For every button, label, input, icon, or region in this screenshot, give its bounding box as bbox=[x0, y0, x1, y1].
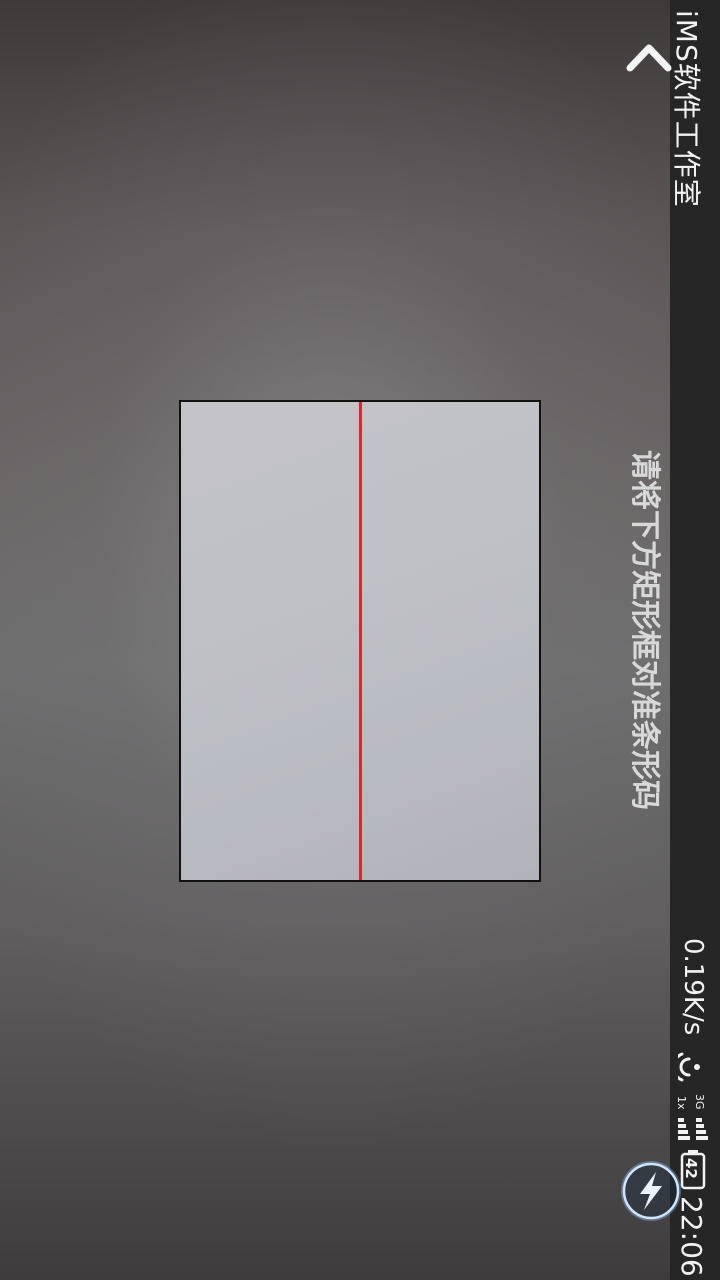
scan-line bbox=[359, 402, 362, 880]
scan-frame bbox=[179, 400, 541, 882]
lightning-icon bbox=[621, 1161, 681, 1221]
network-speed: 0.19K/s bbox=[678, 938, 708, 1036]
flash-toggle-button[interactable] bbox=[620, 1160, 682, 1222]
sim-label: 1x bbox=[675, 1096, 688, 1110]
back-button[interactable] bbox=[622, 36, 678, 80]
back-arrow-icon bbox=[626, 44, 672, 72]
battery-level: 42 bbox=[682, 1158, 700, 1179]
scan-instruction: 请将下方矩形框对准条形码 bbox=[627, 450, 662, 810]
barcode-scanner-screen: iMS软件工作室 请将下方矩形框对准条形码 0.19K/s 3G 1x 42 2… bbox=[0, 0, 720, 1280]
network-type-label: 3G bbox=[693, 1094, 706, 1110]
wifi-icon bbox=[671, 1050, 708, 1084]
